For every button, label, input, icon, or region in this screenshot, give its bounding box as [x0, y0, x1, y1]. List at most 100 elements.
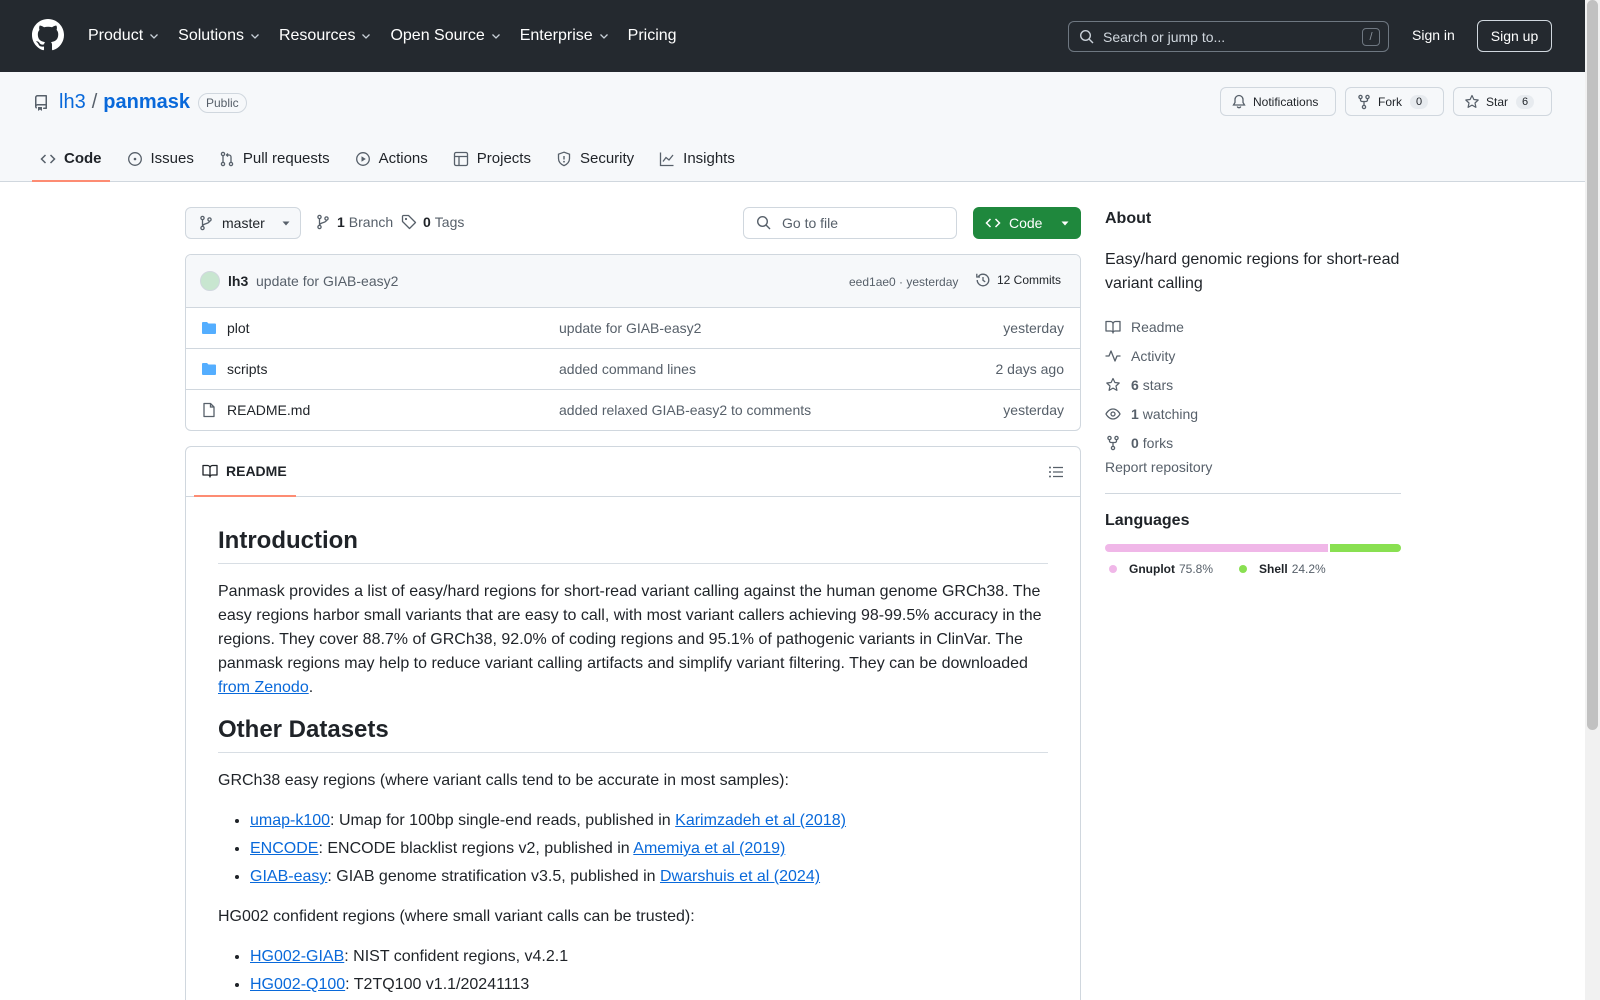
- search-input[interactable]: Search or jump to... /: [1068, 21, 1389, 52]
- star-icon: [1106, 377, 1120, 391]
- repo-header: lh3 / panmask Public Notifications Fork …: [0, 72, 1600, 182]
- sign-in-link[interactable]: Sign in: [1412, 27, 1455, 43]
- easy-regions-intro: GRCh38 easy regions (where variant calls…: [218, 772, 789, 789]
- branch-icon: [317, 214, 329, 230]
- readme-content: Introduction Panmask provides a list of …: [186, 497, 1080, 997]
- forks-link[interactable]: 0 forks: [1105, 428, 1401, 457]
- list-item: HG002-GIAB: NIST confident regions, v4.2…: [250, 945, 1048, 969]
- tab-projects-label: Projects: [476, 150, 531, 167]
- folder-icon: [202, 322, 216, 334]
- repo-owner-link[interactable]: lh3: [59, 91, 86, 114]
- repo-name-link[interactable]: panmask: [103, 91, 190, 114]
- intro-paragraph: Panmask provides a list of easy/hard reg…: [218, 580, 1048, 700]
- dataset-link[interactable]: HG002-Q100: [250, 976, 345, 993]
- file-commit-message[interactable]: added command lines: [559, 361, 696, 377]
- tab-pull-requests[interactable]: Pull requests: [211, 143, 338, 182]
- file-name-link[interactable]: scripts: [227, 361, 267, 377]
- tab-actions[interactable]: Actions: [347, 143, 436, 182]
- branch-count-label: Branch: [348, 214, 394, 230]
- tab-insights[interactable]: Insights: [651, 143, 743, 182]
- table-row: plot update for GIAB-easy2 yesterday: [186, 308, 1080, 349]
- pull-request-icon: [220, 151, 234, 167]
- watching-link[interactable]: 1 watching: [1105, 399, 1401, 428]
- branch-name: master: [222, 215, 265, 231]
- tab-code[interactable]: Code: [32, 143, 110, 182]
- dataset-link[interactable]: umap-k100: [250, 812, 330, 829]
- tab-projects[interactable]: Projects: [445, 143, 539, 182]
- github-logo-icon[interactable]: [32, 19, 64, 51]
- nav-solutions-label: Solutions: [178, 27, 244, 44]
- file-commit-message[interactable]: added relaxed GIAB-easy2 to comments: [559, 402, 811, 418]
- list-item: GIAB-easy: GIAB genome stratification v3…: [250, 865, 1048, 889]
- tab-actions-label: Actions: [378, 150, 428, 167]
- branches-link[interactable]: 1 Branch: [315, 214, 393, 230]
- code-icon: [985, 218, 1001, 228]
- file-commit-message[interactable]: update for GIAB-easy2: [559, 320, 701, 336]
- star-button[interactable]: Star 6: [1453, 87, 1552, 116]
- reference-link[interactable]: Dwarshuis et al (2024): [660, 868, 820, 885]
- about-sidebar: About Easy/hard genomic regions for shor…: [1105, 210, 1401, 576]
- eye-icon: [1105, 407, 1121, 420]
- tab-security[interactable]: Security: [548, 143, 642, 182]
- branch-select-button[interactable]: master: [185, 207, 301, 239]
- commit-message-link[interactable]: update for GIAB-easy2: [256, 273, 398, 289]
- stars-link[interactable]: 6 stars: [1105, 370, 1401, 399]
- notifications-label: Notifications: [1253, 94, 1319, 109]
- nav-resources[interactable]: Resources: [279, 24, 372, 48]
- readme-tab-label: README: [226, 463, 287, 479]
- nav-product-label: Product: [88, 27, 144, 44]
- scrollbar-thumb[interactable]: [1587, 0, 1598, 730]
- language-percent: 75.8%: [1178, 562, 1214, 576]
- language-item-gnuplot[interactable]: Gnuplot 75.8%: [1109, 562, 1213, 576]
- commit-hash-time[interactable]: eed1ae0 · yesterday: [849, 275, 958, 289]
- chevron-down-icon: [491, 34, 500, 39]
- page-scrollbar[interactable]: [1585, 0, 1600, 1000]
- repo-icon: [35, 94, 47, 111]
- commit-author-link[interactable]: lh3: [228, 273, 248, 289]
- activity-link-label: Activity: [1131, 347, 1176, 364]
- repo-title: lh3 / panmask Public: [33, 91, 247, 114]
- fork-button[interactable]: Fork 0: [1345, 87, 1444, 116]
- dataset-link[interactable]: HG002-GIAB: [250, 948, 344, 965]
- readme-link-label: Readme: [1131, 318, 1184, 335]
- file-name-link[interactable]: plot: [227, 320, 250, 336]
- zenodo-link[interactable]: from Zenodo: [218, 679, 309, 696]
- nav-product[interactable]: Product: [88, 24, 160, 48]
- commits-link[interactable]: 12 Commits: [975, 272, 1061, 288]
- shield-icon: [557, 151, 571, 167]
- table-row: scripts added command lines 2 days ago: [186, 349, 1080, 390]
- tab-issues[interactable]: Issues: [119, 143, 202, 182]
- fork-icon: [1358, 94, 1370, 109]
- code-download-button[interactable]: Code: [973, 207, 1081, 239]
- nav-pricing[interactable]: Pricing: [628, 24, 677, 48]
- reference-link[interactable]: Amemiya et al (2019): [633, 840, 785, 857]
- tag-count-label: Tags: [434, 214, 465, 230]
- dataset-desc: : GIAB genome stratification v3.5, publi…: [327, 868, 660, 885]
- watching-label: watching: [1142, 405, 1199, 422]
- chevron-down-icon: [362, 34, 371, 39]
- chevron-down-icon: [251, 34, 259, 39]
- star-count: 6: [1516, 94, 1535, 109]
- tags-link[interactable]: 0 Tags: [401, 214, 464, 230]
- language-item-shell[interactable]: Shell 24.2%: [1239, 562, 1326, 576]
- dataset-link[interactable]: ENCODE: [250, 840, 318, 857]
- readme-tab[interactable]: README: [194, 447, 296, 497]
- nav-enterprise[interactable]: Enterprise: [520, 24, 610, 48]
- language-bar-gnuplot: [1105, 544, 1328, 552]
- dataset-desc: : NIST confident regions, v4.2.1: [344, 948, 569, 965]
- report-repository-link[interactable]: Report repository: [1105, 459, 1401, 475]
- activity-link[interactable]: Activity: [1105, 341, 1401, 370]
- reference-link[interactable]: Karimzadeh et al (2018): [675, 812, 846, 829]
- dataset-link[interactable]: GIAB-easy: [250, 868, 327, 885]
- avatar[interactable]: [200, 271, 220, 291]
- readme-link[interactable]: Readme: [1105, 312, 1401, 341]
- go-to-file-input[interactable]: Go to file: [743, 207, 957, 239]
- code-icon: [40, 154, 56, 164]
- outline-list-icon[interactable]: [1048, 464, 1064, 480]
- file-name-link[interactable]: README.md: [227, 402, 310, 418]
- nav-open-source[interactable]: Open Source: [390, 24, 501, 48]
- sign-up-button[interactable]: Sign up: [1477, 20, 1552, 52]
- nav-solutions[interactable]: Solutions: [178, 24, 261, 48]
- notifications-button[interactable]: Notifications: [1220, 87, 1336, 116]
- list-item: HG002-Q100: T2TQ100 v1.1/20241113: [250, 973, 1048, 997]
